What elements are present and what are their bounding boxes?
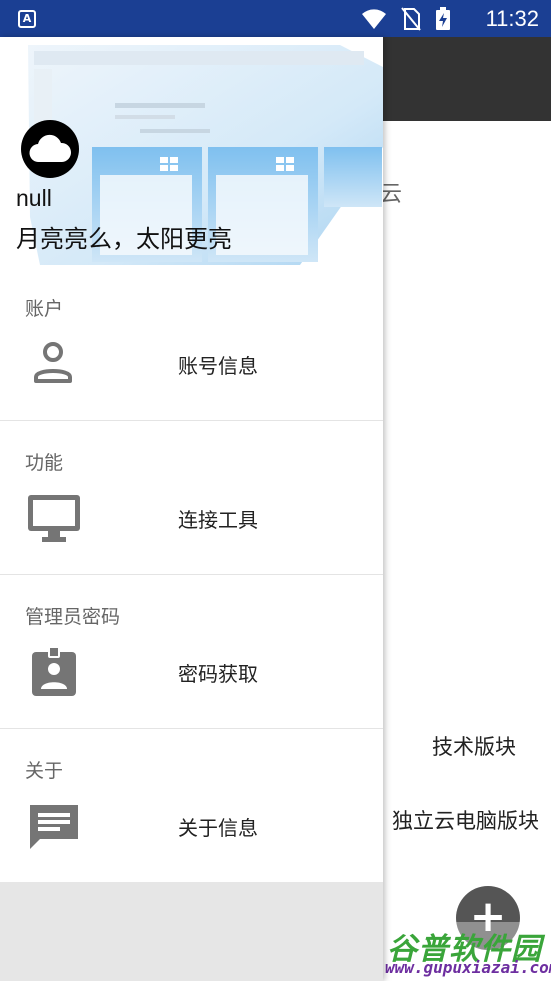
app-title-fragment: 云 (380, 182, 403, 207)
section-title-features: 功能 (25, 452, 64, 474)
menu-item-connect-tool[interactable]: 连接工具 (0, 485, 383, 551)
menu-item-label: 连接工具 (178, 508, 258, 532)
wifi-icon (362, 9, 386, 29)
menu-item-about-info[interactable]: 关于信息 (0, 793, 383, 859)
tech-section-link[interactable]: 技术版块 (432, 731, 516, 761)
section-title-admin-password: 管理员密码 (25, 606, 121, 628)
avatar[interactable] (21, 120, 79, 178)
navigation-drawer: null 月亮亮么，太阳更亮 账户 账号信息 功能 连接工具 管理员密码 密码获… (0, 37, 383, 981)
app-notification-icon: A (18, 10, 36, 28)
user-motto: 月亮亮么，太阳更亮 (16, 225, 232, 253)
menu-item-get-password[interactable]: 密码获取 (0, 639, 383, 705)
status-time: 11:32 (485, 6, 539, 31)
section-title-about: 关于 (25, 760, 64, 782)
watermark-url: www.gupuxiazai.com (385, 958, 551, 977)
standalone-cloud-pc-link[interactable]: 独立云电脑版块 (392, 805, 539, 835)
menu-item-account-info[interactable]: 账号信息 (0, 331, 383, 397)
divider (0, 728, 383, 729)
username: null (16, 185, 52, 211)
cloud-icon (29, 134, 72, 163)
status-bar: A 11:32 (0, 0, 551, 37)
menu-item-label: 密码获取 (178, 662, 258, 686)
battery-charging-icon (436, 7, 450, 30)
section-title-account: 账户 (25, 298, 64, 320)
app-content (383, 121, 551, 981)
person-icon (34, 342, 72, 383)
watermark: 谷普软件园 www.gupuxiazai.com (383, 922, 551, 980)
menu-item-label: 关于信息 (178, 816, 258, 840)
no-sim-icon (401, 7, 421, 31)
message-icon (30, 805, 78, 849)
badge-icon (32, 647, 76, 696)
drawer-header: null 月亮亮么，太阳更亮 (0, 37, 383, 265)
monitor-icon (28, 495, 80, 542)
menu-item-label: 账号信息 (178, 354, 258, 378)
divider (0, 420, 383, 421)
divider (0, 574, 383, 575)
drawer-footer (0, 882, 383, 981)
app-toolbar (383, 37, 551, 121)
